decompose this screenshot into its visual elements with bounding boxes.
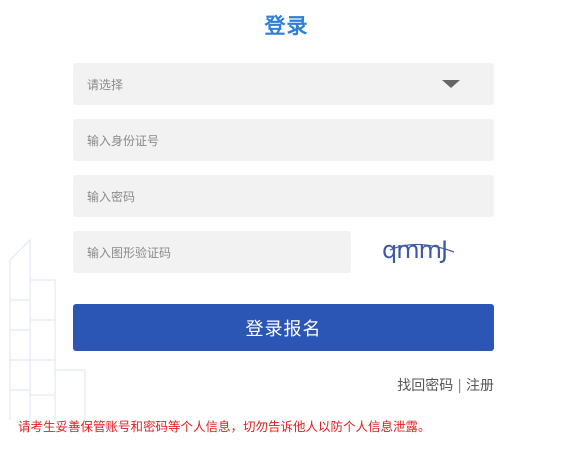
idcard-input[interactable]: 输入身份证号	[73, 119, 494, 161]
forgot-password-link[interactable]: 找回密码	[397, 378, 453, 394]
captcha-image[interactable]: qmmJ	[376, 230, 472, 270]
page-title: 登录	[264, 14, 309, 38]
captcha-input[interactable]: 输入图形验证码	[73, 231, 351, 273]
select-placeholder: 请选择	[87, 77, 124, 92]
chevron-down-icon[interactable]	[442, 80, 460, 88]
password-placeholder: 输入密码	[87, 189, 136, 204]
privacy-notice: 请考生妥善保管账号和密码等个人信息，切勿告诉他人以防个人信息泄露。	[18, 419, 431, 434]
password-input[interactable]: 输入密码	[73, 175, 494, 217]
captcha-placeholder: 输入图形验证码	[87, 245, 172, 260]
register-link[interactable]: 注册	[466, 378, 494, 394]
exam-select[interactable]: 请选择	[73, 63, 494, 105]
account-links: 找回密码 | 注册	[397, 375, 494, 395]
link-separator: |	[457, 378, 462, 394]
captcha-text: qmmJ	[382, 236, 447, 264]
idcard-placeholder: 输入身份证号	[87, 133, 160, 148]
login-button[interactable]: 登录报名	[73, 304, 494, 351]
